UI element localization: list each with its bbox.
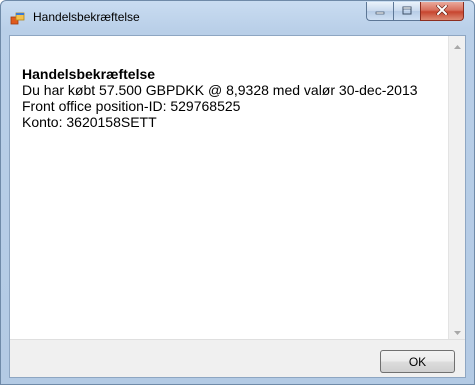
close-icon	[436, 2, 448, 20]
message-account: Konto: 3620158SETT	[22, 114, 157, 130]
scroll-up-button[interactable]	[449, 36, 465, 53]
dialog-content: Handelsbekræftelse Du har købt 57.500 GB…	[9, 35, 466, 378]
arrow-down-icon	[453, 322, 461, 340]
vertical-scrollbar[interactable]	[448, 36, 465, 339]
scroll-down-button[interactable]	[449, 322, 465, 339]
ok-button[interactable]: OK	[380, 350, 455, 373]
arrow-up-icon	[453, 36, 461, 54]
message-title: Handelsbekræftelse	[22, 66, 156, 82]
caption-buttons	[366, 2, 464, 22]
close-button[interactable]	[420, 2, 464, 21]
message-position-id: Front office position-ID: 529768525	[22, 98, 241, 114]
window-title: Handelsbekræftelse	[33, 10, 140, 24]
message-area: Handelsbekræftelse Du har købt 57.500 GB…	[10, 36, 448, 339]
message-trade-line: Du har købt 57.500 GBPDKK @ 8,9328 med v…	[22, 82, 418, 98]
app-window-icon	[10, 11, 26, 27]
maximize-button[interactable]	[393, 2, 420, 21]
minimize-button[interactable]	[366, 2, 393, 21]
message-text: Handelsbekræftelse Du har købt 57.500 GB…	[22, 66, 432, 130]
maximize-icon	[402, 2, 412, 20]
dialog-window: Handelsbekræftelse Handelsbekræftelse Du…	[0, 0, 475, 385]
minimize-icon	[375, 2, 385, 20]
title-bar[interactable]: Handelsbekræftelse	[1, 1, 474, 35]
button-panel: OK	[10, 339, 465, 377]
